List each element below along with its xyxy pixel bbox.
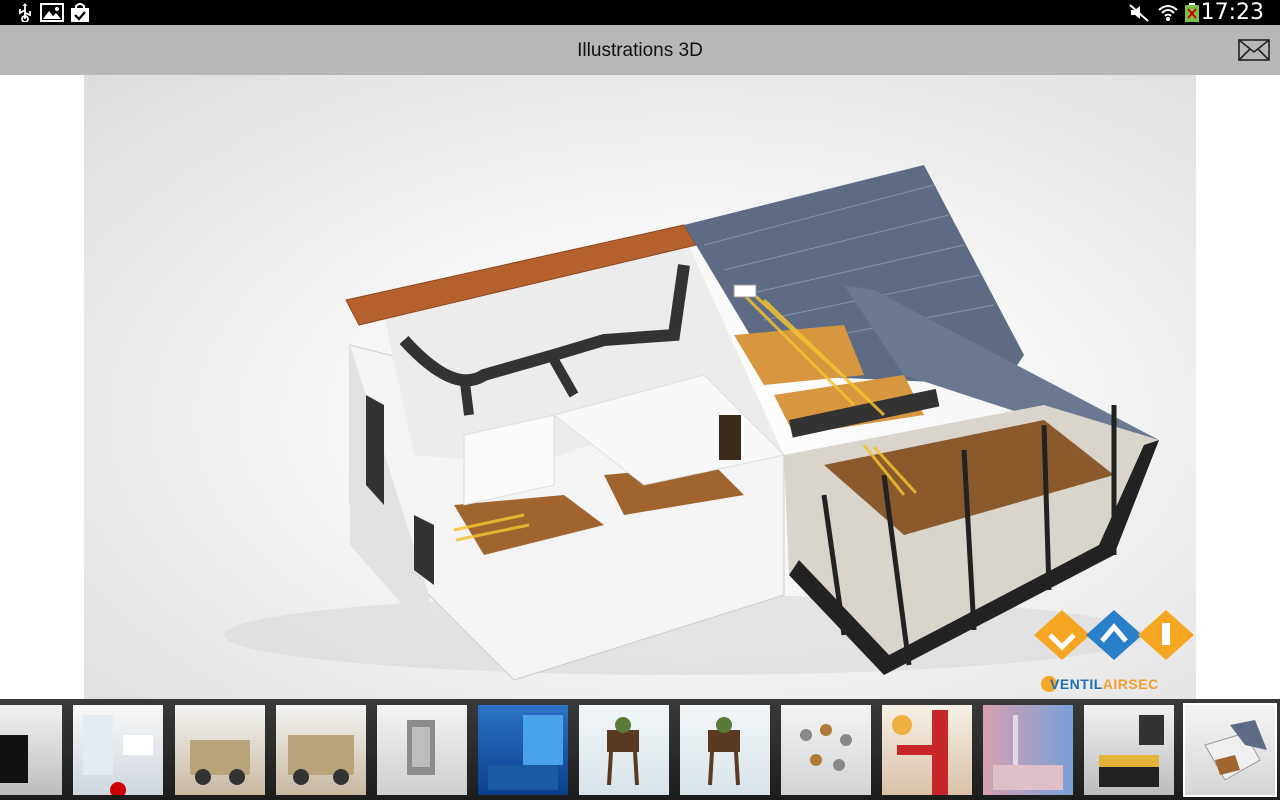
thumbnail-item[interactable] <box>1084 705 1174 795</box>
mail-icon[interactable] <box>1238 37 1270 63</box>
wifi-icon <box>1158 5 1178 21</box>
thumbnail-image <box>288 735 354 785</box>
brand-name-part-b: AIRSEC <box>1102 676 1159 692</box>
house-cutaway-illustration <box>224 165 1194 692</box>
status-bar: 17:23 <box>0 0 1280 25</box>
thumbnail-image <box>190 740 250 785</box>
thumbnail-item[interactable] <box>579 705 669 795</box>
main-image-viewer[interactable] <box>84 75 1196 699</box>
action-bar: Illustrations 3D <box>0 25 1280 75</box>
thumbnail-item[interactable] <box>882 705 972 795</box>
thumbnail-strip[interactable] <box>0 699 1280 800</box>
brand-name: VENTILAIRSEC <box>1050 676 1159 692</box>
thumbnail-item[interactable] <box>377 705 467 795</box>
thumbnail-item[interactable] <box>73 705 163 795</box>
thumbnail-image <box>800 724 852 771</box>
page-title: Illustrations 3D <box>577 40 703 61</box>
thumbnail-image <box>83 715 153 795</box>
battery-icon <box>1185 3 1199 22</box>
thumbnail-item[interactable] <box>276 705 366 795</box>
brand-name-part-a: VENTIL <box>1050 676 1103 692</box>
thumbnail-image <box>892 710 948 795</box>
thumbnail-image <box>607 717 639 786</box>
thumbnail-item[interactable] <box>781 705 871 795</box>
thumbnail-item-selected[interactable] <box>1183 703 1277 797</box>
thumbnail-item[interactable] <box>175 705 265 795</box>
thumbnail-item[interactable] <box>478 705 568 795</box>
clock: 17:23 <box>1200 0 1264 25</box>
thumbnail-image <box>1099 715 1164 787</box>
thumbnail-item[interactable] <box>983 705 1073 795</box>
thumbnail-image <box>993 715 1063 790</box>
thumbnail-image <box>488 715 563 790</box>
usb-icon <box>19 3 31 22</box>
mute-icon <box>1129 4 1149 22</box>
thumbnail-image <box>0 735 28 783</box>
shopping-bag-check-icon <box>71 3 89 22</box>
thumbnail-image <box>407 720 435 775</box>
thumbnail-image <box>708 717 740 786</box>
thumbnail-item[interactable] <box>680 705 770 795</box>
image-icon <box>40 3 64 22</box>
thumbnail-item[interactable] <box>0 705 62 795</box>
thumbnail-image <box>1204 720 1267 781</box>
